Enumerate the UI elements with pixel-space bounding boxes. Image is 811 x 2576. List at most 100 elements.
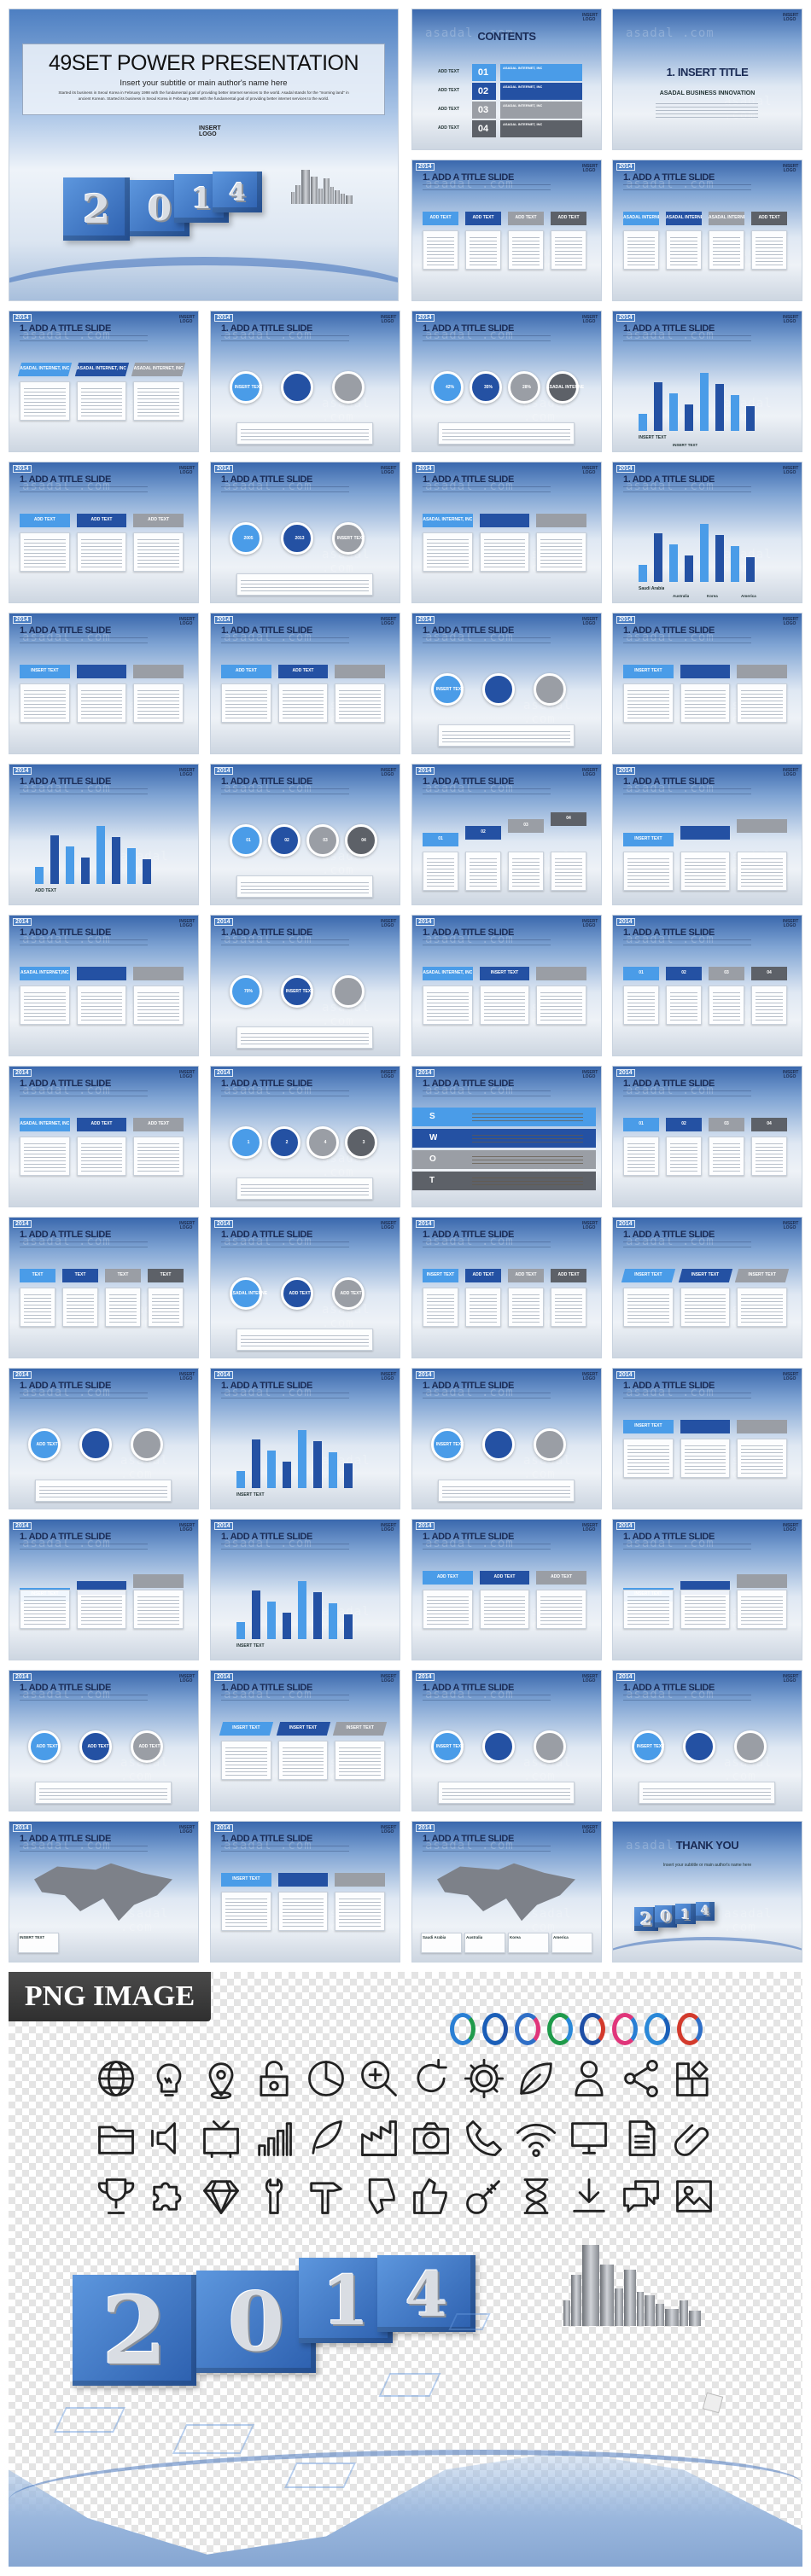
slide-thumbnail[interactable]: asadal .comasadal .com2014INSERT LOGO1. … xyxy=(411,915,602,1056)
slide-thumbnail[interactable]: asadal .comasadal .com2014INSERT LOGO1. … xyxy=(411,1217,602,1358)
slide-thumbnail[interactable]: asadal .comasadal .com2014INSERT LOGO1. … xyxy=(9,1519,199,1660)
slide-thumbnail[interactable]: asadal .comasadal .com2014INSERT LOGO1. … xyxy=(411,613,602,754)
insert-logo[interactable]: INSERT LOGO xyxy=(783,1524,798,1532)
slide-thumbnail[interactable]: asadal .comasadal .com2014INSERT LOGO1. … xyxy=(612,160,802,301)
insert-logo[interactable]: INSERT LOGO xyxy=(179,920,195,928)
insert-logo[interactable]: INSERT LOGO xyxy=(582,1524,598,1532)
insert-logo[interactable]: INSERT LOGO xyxy=(179,1071,195,1079)
insert-logo[interactable]: INSERT LOGO xyxy=(381,1222,396,1230)
slide-thumbnail[interactable]: asadal .comasadal .com2014INSERT LOGO1. … xyxy=(9,311,199,452)
insert-logo[interactable]: INSERT LOGO xyxy=(783,769,798,777)
slide-thumbnail[interactable]: asadal .comasadal .com2014INSERT LOGO1. … xyxy=(9,1217,199,1358)
insert-logo[interactable]: INSERT LOGO xyxy=(783,618,798,626)
insert-logo[interactable]: INSERT LOGO xyxy=(381,920,396,928)
slide-thumbnail[interactable]: asadal .comasadal .com2014INSERT LOGO1. … xyxy=(9,915,199,1056)
insert-logo[interactable]: INSERT LOGO xyxy=(582,920,598,928)
slide-thumbnail[interactable]: asadal .comasadal .com2014INSERT LOGO1. … xyxy=(9,1368,199,1509)
slide-thumbnail[interactable]: asadal .comasadal .com2014INSERT LOGO1. … xyxy=(612,1217,802,1358)
slide-thumbnail[interactable]: asadal .com asadal .com THANK YOU Insert yo… xyxy=(612,1821,802,1963)
insert-logo[interactable]: INSERT LOGO xyxy=(783,165,798,173)
slide-thumbnail[interactable]: asadal .comasadal .com2014INSERT LOGO1. … xyxy=(411,160,602,301)
insert-logo[interactable]: INSERT LOGO xyxy=(179,1826,195,1835)
insert-logo[interactable]: INSERT LOGO xyxy=(199,125,221,137)
slide-subtext xyxy=(623,1544,751,1550)
insert-logo[interactable]: INSERT LOGO xyxy=(783,1675,798,1683)
insert-logo[interactable]: INSERT LOGO xyxy=(381,1675,396,1683)
slide-thumbnail[interactable]: asadal .comasadal .com2014INSERT LOGO1. … xyxy=(612,613,802,754)
insert-logo[interactable]: INSERT LOGO xyxy=(582,1373,598,1381)
slide-thumbnail[interactable]: asadal .comasadal .comINSERT LOGOCONTENT… xyxy=(411,9,602,150)
insert-logo[interactable]: INSERT LOGO xyxy=(179,1373,195,1381)
slide-thumbnail[interactable]: asadal .comasadal .com2014INSERT LOGO1. … xyxy=(210,1217,400,1358)
slide-thumbnail[interactable]: asadal .comasadal .com2014INSERT LOGO1. … xyxy=(210,1670,400,1811)
slide-thumbnail[interactable]: asadal .comasadal .com2014INSERT LOGO1. … xyxy=(9,1821,199,1963)
slide-thumbnail[interactable]: asadal .comasadal .com2014INSERT LOGO1. … xyxy=(612,1066,802,1207)
insert-logo[interactable]: INSERT LOGO xyxy=(582,316,598,324)
slide-thumbnail[interactable]: asadal .comasadal .com2014INSERT LOGO1. … xyxy=(411,1519,602,1660)
insert-logo[interactable]: INSERT LOGO xyxy=(582,467,598,475)
slide-thumbnail[interactable]: asadal .comasadal .com2014INSERT LOGO1. … xyxy=(411,764,602,905)
insert-logo[interactable]: INSERT LOGO xyxy=(582,618,598,626)
insert-logo[interactable]: INSERT LOGO xyxy=(783,1222,798,1230)
insert-logo[interactable]: INSERT LOGO xyxy=(381,316,396,324)
insert-logo[interactable]: INSERT LOGO xyxy=(179,1524,195,1532)
insert-logo[interactable]: INSERT LOGO xyxy=(179,467,195,475)
insert-logo[interactable]: INSERT LOGO xyxy=(582,1071,598,1079)
insert-logo[interactable]: INSERT LOGO xyxy=(381,618,396,626)
slide-thumbnail[interactable]: asadal .comasadal .com2014INSERT LOGO1. … xyxy=(210,915,400,1056)
slide-thumbnail[interactable]: asadal .comasadal .com2014INSERT LOGO1. … xyxy=(9,1670,199,1811)
insert-logo[interactable]: INSERT LOGO xyxy=(381,1826,396,1835)
slide-thumbnail[interactable]: asadal .comasadal .com2014INSERT LOGO1. … xyxy=(9,613,199,754)
insert-logo[interactable]: INSERT LOGO xyxy=(582,1675,598,1683)
slide-thumbnail[interactable]: asadal .comasadal .com2014INSERT LOGO1. … xyxy=(612,915,802,1056)
insert-logo[interactable]: INSERT LOGO xyxy=(179,618,195,626)
insert-logo[interactable]: INSERT LOGO xyxy=(582,165,598,173)
slide-thumbnail[interactable]: asadal .comasadal .com2014INSERT LOGO1. … xyxy=(9,462,199,603)
brand-logo xyxy=(580,2013,605,2045)
insert-logo[interactable]: INSERT LOGO xyxy=(179,1222,195,1230)
insert-logo[interactable]: INSERT LOGO xyxy=(381,769,396,777)
slide-thumbnail[interactable]: asadal .comasadal .com2014INSERT LOGO1. … xyxy=(210,311,400,452)
insert-logo[interactable]: INSERT LOGO xyxy=(381,1071,396,1079)
slide-thumbnail[interactable]: asadal .comasadal .com2014INSERT LOGO1. … xyxy=(411,1368,602,1509)
insert-logo[interactable]: INSERT LOGO xyxy=(582,14,598,22)
slide-thumbnail[interactable]: asadal .comasadal .com2014INSERT LOGO1. … xyxy=(210,1066,400,1207)
slide-thumbnail[interactable]: asadal .comasadal .com2014INSERT LOGO1. … xyxy=(210,1368,400,1509)
slide-thumbnail[interactable]: asadal .comasadal .com2014INSERT LOGO1. … xyxy=(411,1066,602,1207)
insert-logo[interactable]: INSERT LOGO xyxy=(783,467,798,475)
insert-logo[interactable]: INSERT LOGO xyxy=(783,316,798,324)
slide-thumbnail[interactable]: asadal .comasadal .com2014INSERT LOGO1. … xyxy=(210,1519,400,1660)
insert-logo[interactable]: INSERT LOGO xyxy=(381,1373,396,1381)
brand-logo xyxy=(482,2013,508,2045)
slide-thumbnail[interactable]: asadal .comasadal .com2014INSERT LOGO1. … xyxy=(411,1670,602,1811)
insert-logo[interactable]: INSERT LOGO xyxy=(783,1373,798,1381)
slide-thumbnail[interactable]: asadal .comasadal .com2014INSERT LOGO1. … xyxy=(411,311,602,452)
insert-logo[interactable]: INSERT LOGO xyxy=(179,1675,195,1683)
insert-logo[interactable]: INSERT LOGO xyxy=(381,1524,396,1532)
insert-logo[interactable]: INSERT LOGO xyxy=(783,1071,798,1079)
insert-logo[interactable]: INSERT LOGO xyxy=(381,467,396,475)
slide-thumbnail[interactable]: asadal .comasadal .com2014INSERT LOGO1. … xyxy=(9,1066,199,1207)
slide-thumbnail[interactable]: asadal .comasadal .com2014INSERT LOGO1. … xyxy=(210,462,400,603)
slide-thumbnail[interactable]: asadal .comasadal .com2014INSERT LOGO1. … xyxy=(612,462,802,603)
slide-thumbnail[interactable]: asadal .comasadal .com2014INSERT LOGO1. … xyxy=(411,1821,602,1963)
slide-thumbnail[interactable]: asadal .comasadal .com2014INSERT LOGO1. … xyxy=(210,613,400,754)
slide-thumbnail[interactable]: asadal .comasadal .com2014INSERT LOGO1. … xyxy=(612,1368,802,1509)
slide-thumbnail[interactable]: asadal .comasadal .comINSERT LOGO1. INSE… xyxy=(612,9,802,150)
slide-thumbnail[interactable]: asadal .comasadal .com2014INSERT LOGO1. … xyxy=(612,1519,802,1660)
slide-thumbnail[interactable]: asadal .comasadal .com2014INSERT LOGO1. … xyxy=(612,311,802,452)
insert-logo[interactable]: INSERT LOGO xyxy=(582,769,598,777)
insert-logo[interactable]: INSERT LOGO xyxy=(783,14,798,22)
slide-thumbnail[interactable]: asadal .comasadal .com2014INSERT LOGO1. … xyxy=(612,1670,802,1811)
slide-thumbnail[interactable]: asadal .comasadal .com2014INSERT LOGO1. … xyxy=(210,764,400,905)
slide-thumbnail[interactable]: asadal .comasadal .com2014INSERT LOGO1. … xyxy=(612,764,802,905)
insert-logo[interactable]: INSERT LOGO xyxy=(582,1222,598,1230)
slide-thumbnail[interactable]: asadal .comasadal .com2014INSERT LOGO1. … xyxy=(9,764,199,905)
insert-logo[interactable]: INSERT LOGO xyxy=(582,1826,598,1835)
cover-slide[interactable]: 49SET POWER PRESENTATION Insert your sub… xyxy=(9,9,399,301)
slide-thumbnail[interactable]: asadal .comasadal .com2014INSERT LOGO1. … xyxy=(210,1821,400,1963)
insert-logo[interactable]: INSERT LOGO xyxy=(179,769,195,777)
insert-logo[interactable]: INSERT LOGO xyxy=(783,920,798,928)
insert-logo[interactable]: INSERT LOGO xyxy=(179,316,195,324)
slide-thumbnail[interactable]: asadal .comasadal .com2014INSERT LOGO1. … xyxy=(411,462,602,603)
